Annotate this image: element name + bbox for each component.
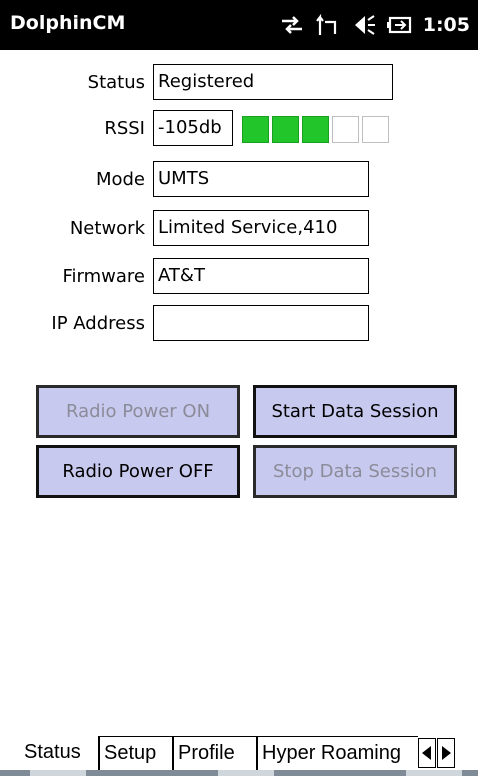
- tab-profile[interactable]: Profile: [174, 736, 256, 770]
- signal-icon[interactable]: [315, 12, 341, 38]
- start-data-session-button[interactable]: Start Data Session: [253, 385, 457, 438]
- status-row: Status Registered: [0, 64, 478, 102]
- tab-hyper-roaming[interactable]: Hyper Roaming: [258, 736, 418, 770]
- speaker-icon[interactable]: [351, 12, 377, 38]
- status-field: Registered: [153, 64, 393, 100]
- ip-row: IP Address: [0, 305, 478, 343]
- close-icon[interactable]: [406, 770, 462, 776]
- rssi-field: -105db: [153, 110, 233, 146]
- rssi-label: RSSI: [104, 118, 145, 139]
- mode-label: Mode: [95, 169, 145, 190]
- firmware-row: Firmware AT&T: [0, 258, 478, 296]
- radio-power-off-button[interactable]: Radio Power OFF: [36, 445, 240, 498]
- firmware-label: Firmware: [62, 266, 146, 287]
- status-label: Status: [87, 72, 145, 93]
- signal-bar: [272, 115, 299, 143]
- radio-power-on-button[interactable]: Radio Power ON: [36, 385, 240, 438]
- ip-address-label: IP Address: [51, 313, 145, 334]
- keyboard-icon[interactable]: [218, 770, 274, 776]
- firmware-field: AT&T: [153, 258, 369, 294]
- app-title: DolphinCM: [10, 12, 126, 34]
- title-bar: DolphinCM 1:05: [0, 0, 478, 50]
- signal-bar: [242, 115, 269, 143]
- rssi-signal-bars: [242, 110, 389, 148]
- network-field: Limited Service,410: [153, 210, 369, 246]
- tab-bar: Status Setup Profile Hyper Roaming: [0, 736, 478, 770]
- network-label: Network: [69, 218, 145, 239]
- battery-charging-icon[interactable]: [386, 12, 413, 38]
- signal-bar: [302, 115, 329, 143]
- windows-start-icon[interactable]: [30, 770, 86, 776]
- tab-status[interactable]: Status: [20, 736, 96, 770]
- data-sync-icon[interactable]: [279, 12, 305, 38]
- softkey-bar: [0, 770, 478, 776]
- rssi-row: RSSI -105db: [0, 110, 478, 148]
- tab-scroll-left-icon[interactable]: [418, 738, 436, 768]
- clock[interactable]: 1:05: [423, 14, 470, 36]
- tab-scroll-right-icon[interactable]: [437, 738, 455, 768]
- stop-data-session-button[interactable]: Stop Data Session: [253, 445, 457, 498]
- mode-row: Mode UMTS: [0, 161, 478, 199]
- network-row: Network Limited Service,410: [0, 210, 478, 248]
- tab-setup[interactable]: Setup: [100, 736, 172, 770]
- status-icons: 1:05: [279, 10, 470, 40]
- signal-bar: [362, 115, 389, 143]
- mode-field: UMTS: [153, 161, 369, 197]
- signal-bar: [332, 115, 359, 143]
- ip-address-field: [153, 305, 369, 341]
